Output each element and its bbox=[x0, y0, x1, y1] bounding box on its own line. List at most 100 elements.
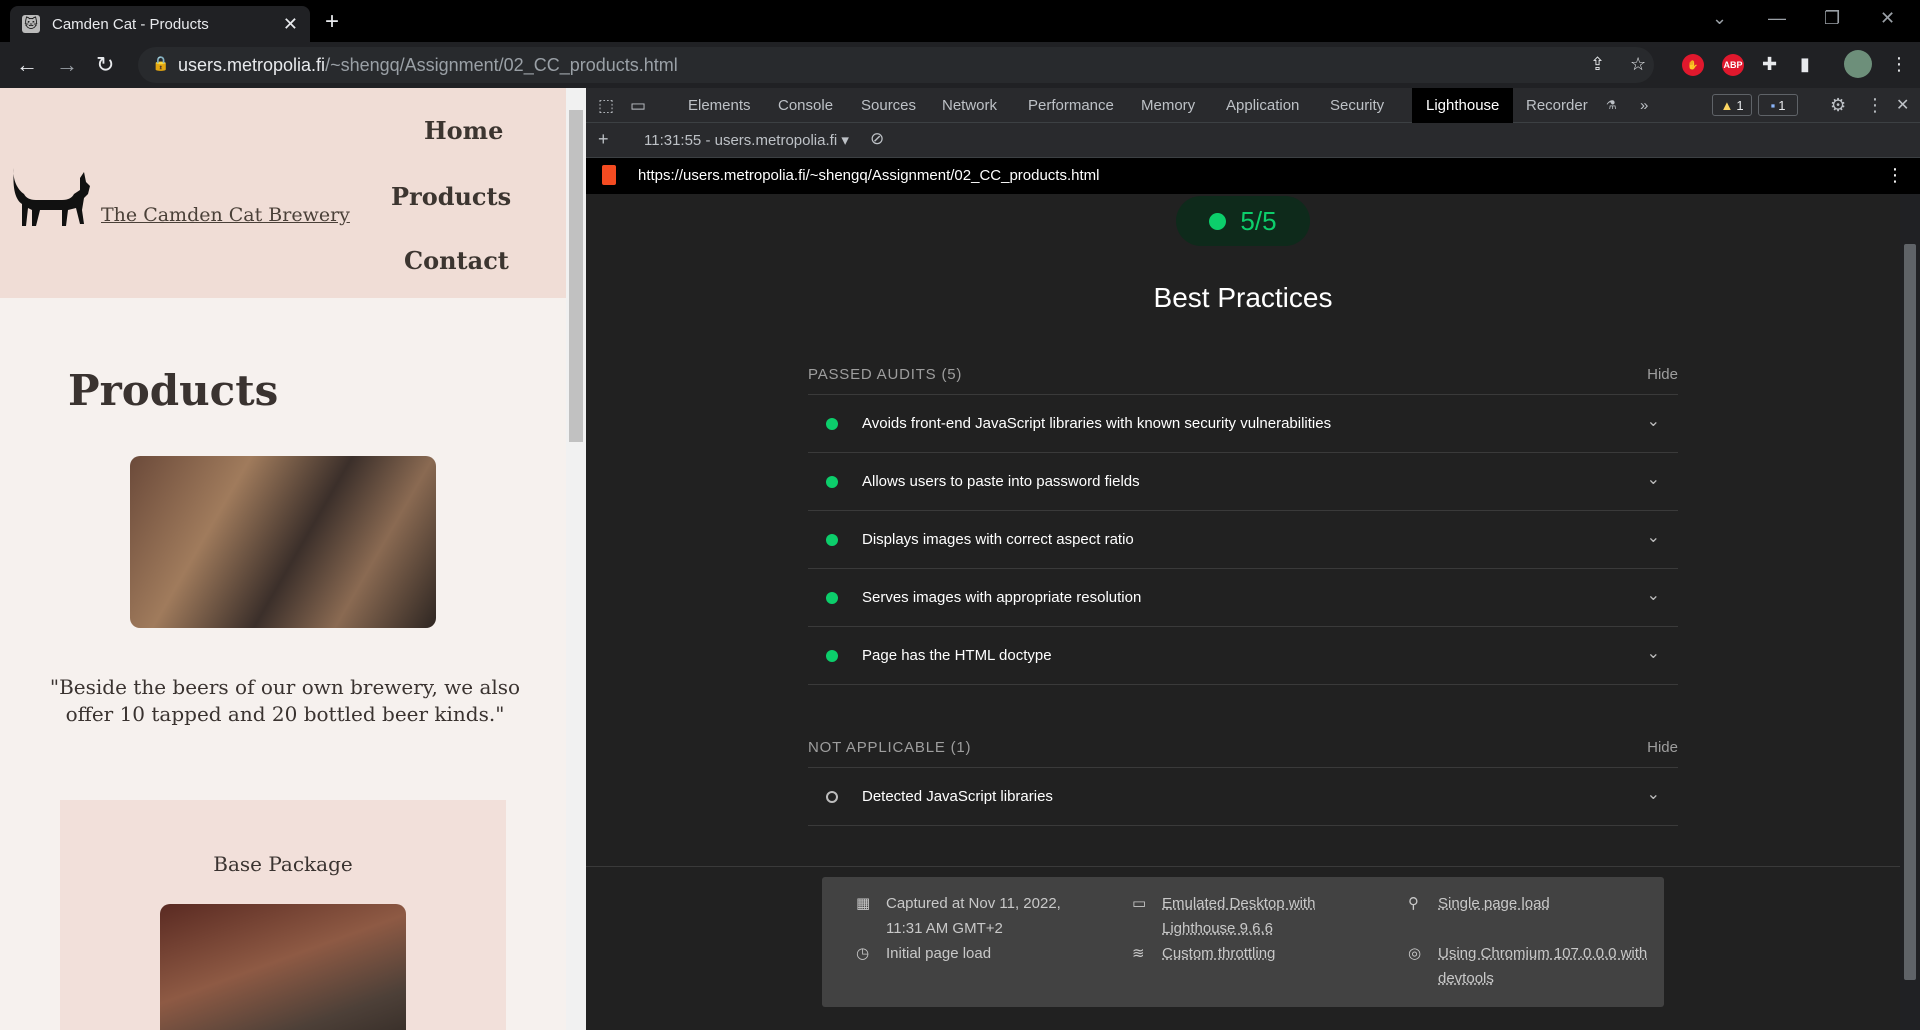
address-bar[interactable]: 🔒 users.metropolia.fi/~shengq/Assignment… bbox=[138, 47, 1654, 83]
back-icon[interactable]: ← bbox=[16, 52, 38, 78]
tab-title: Camden Cat - Products bbox=[52, 15, 209, 33]
browser-tab[interactable]: 🐱 Camden Cat - Products ✕ bbox=[10, 6, 310, 42]
score-value: 5/5 bbox=[1240, 205, 1277, 236]
side-panel-icon[interactable]: ▮ bbox=[1800, 54, 1810, 75]
page-scrollbar-thumb[interactable] bbox=[569, 110, 583, 442]
single-load-info[interactable]: ⚲ Single page load bbox=[1408, 891, 1550, 916]
hide-passed-button[interactable]: Hide bbox=[1647, 366, 1678, 383]
close-devtools-icon[interactable]: ✕ bbox=[1896, 88, 1909, 123]
new-tab-icon[interactable]: + bbox=[325, 8, 339, 36]
tab-console[interactable]: Console bbox=[778, 88, 833, 123]
chevron-down-icon[interactable]: ⌄ bbox=[1647, 469, 1660, 489]
inspect-element-icon[interactable]: ⬚ bbox=[598, 88, 614, 123]
score-badge: 5/5 bbox=[1176, 196, 1310, 246]
nav-products-link[interactable]: Products bbox=[391, 182, 511, 211]
brand-link[interactable]: The Camden Cat Brewery bbox=[101, 204, 350, 226]
tab-search-icon[interactable]: ⌄ bbox=[1712, 8, 1727, 29]
devices-icon: ▭ bbox=[1132, 895, 1147, 912]
warnings-badge[interactable]: ▲ 1 bbox=[1712, 94, 1752, 116]
close-window-icon[interactable]: ✕ bbox=[1880, 8, 1895, 29]
tab-elements[interactable]: Elements bbox=[688, 88, 751, 123]
tab-sources[interactable]: Sources bbox=[861, 88, 916, 123]
page-scrollbar[interactable] bbox=[566, 88, 586, 1030]
not-applicable-header: NOT APPLICABLE (1) Hide bbox=[808, 727, 1678, 767]
lighthouse-toolbar: + 11:31:55 - users.metropolia.fi ▾ ⊘ bbox=[586, 123, 1920, 158]
pass-dot-icon bbox=[826, 475, 838, 488]
lock-icon: 🔒 bbox=[152, 55, 170, 71]
profile-avatar[interactable] bbox=[1844, 50, 1872, 78]
audit-title: Displays images with correct aspect rati… bbox=[862, 531, 1134, 548]
clear-reports-icon[interactable]: ⊘ bbox=[870, 129, 884, 149]
report-menu-icon[interactable]: ⋮ bbox=[1886, 165, 1904, 186]
product-card: Base Package bbox=[60, 800, 506, 1030]
settings-gear-icon[interactable]: ⚙ bbox=[1830, 88, 1846, 123]
captured-info: ▦ Captured at Nov 11, 2022, 11:31 AM GMT+2 bbox=[856, 891, 1061, 941]
bookmark-star-icon[interactable]: ☆ bbox=[1630, 54, 1646, 75]
report-url[interactable]: https://users.metropolia.fi/~shengq/Assi… bbox=[638, 167, 1099, 184]
single-load-text: Single page load bbox=[1438, 895, 1550, 912]
tab-memory[interactable]: Memory bbox=[1141, 88, 1195, 123]
audit-row[interactable]: Serves images with appropriate resolutio… bbox=[808, 568, 1678, 626]
extensions-puzzle-icon[interactable]: ✚ bbox=[1762, 54, 1777, 75]
stop-extension-icon[interactable]: ✋ bbox=[1682, 54, 1704, 76]
nav-contact-link[interactable]: Contact bbox=[404, 246, 509, 275]
cat-favicon-icon: 🐱 bbox=[22, 15, 40, 33]
cat-logo-icon bbox=[13, 168, 90, 226]
report-scrollbar[interactable] bbox=[1900, 194, 1920, 1030]
audit-row[interactable]: Allows users to paste into password fiel… bbox=[808, 452, 1678, 510]
tab-performance[interactable]: Performance bbox=[1028, 88, 1114, 123]
person-icon: ⚲ bbox=[1408, 895, 1419, 912]
na-circle-icon bbox=[826, 790, 838, 803]
close-tab-icon[interactable]: ✕ bbox=[283, 14, 298, 35]
chevron-down-icon[interactable]: ⌄ bbox=[1647, 527, 1660, 547]
url-host: users.metropolia.fi bbox=[178, 54, 326, 75]
audit-row[interactable]: Page has the HTML doctype ⌄ bbox=[808, 626, 1678, 684]
products-quote: "Beside the beers of our own brewery, we… bbox=[49, 675, 521, 726]
tab-application[interactable]: Application bbox=[1226, 88, 1299, 123]
chevron-down-icon[interactable]: ⌄ bbox=[1647, 585, 1660, 605]
devtools-tabbar: ⬚ ▭ Elements Console Sources Network Per… bbox=[586, 88, 1920, 123]
runtime-settings-band: ▦ Captured at Nov 11, 2022, 11:31 AM GMT+2… bbox=[586, 866, 1900, 1030]
throttling-info[interactable]: ≋ Custom throttling bbox=[1132, 941, 1275, 966]
captured-line-1: Captured at Nov 11, 2022, bbox=[886, 895, 1061, 912]
pass-dot-icon bbox=[826, 649, 838, 662]
devtools-menu-icon[interactable]: ⋮ bbox=[1866, 88, 1884, 123]
tab-lighthouse[interactable]: Lighthouse bbox=[1412, 88, 1514, 123]
tab-network[interactable]: Network bbox=[942, 88, 997, 123]
adblock-extension-icon[interactable]: ABP bbox=[1722, 54, 1744, 76]
tab-recorder[interactable]: Recorder bbox=[1526, 88, 1588, 123]
restore-icon[interactable]: ❐ bbox=[1824, 8, 1840, 29]
messages-count: 1 bbox=[1778, 97, 1786, 113]
share-icon[interactable]: ⇪ bbox=[1590, 54, 1605, 75]
messages-badge[interactable]: ▪ 1 bbox=[1758, 94, 1798, 116]
emulated-info[interactable]: ▭ Emulated Desktop with Lighthouse 9.6.6 bbox=[1132, 891, 1315, 941]
captured-line-2: 11:31 AM GMT+2 bbox=[886, 920, 1003, 937]
timer-icon: ◷ bbox=[856, 945, 870, 962]
forward-icon[interactable]: → bbox=[56, 52, 78, 78]
chevron-down-icon[interactable]: ⌄ bbox=[1647, 411, 1660, 431]
more-tabs-icon[interactable]: » bbox=[1640, 88, 1648, 123]
menu-kebab-icon[interactable]: ⋮ bbox=[1890, 54, 1908, 75]
report-scrollbar-thumb[interactable] bbox=[1904, 244, 1916, 980]
passed-audits-label: PASSED AUDITS (5) bbox=[808, 365, 963, 383]
pass-dot-icon bbox=[826, 591, 838, 604]
device-toolbar-icon[interactable]: ▭ bbox=[630, 88, 646, 123]
new-report-icon[interactable]: + bbox=[598, 129, 609, 150]
hide-na-button[interactable]: Hide bbox=[1647, 739, 1678, 756]
chevron-down-icon[interactable]: ⌄ bbox=[1647, 784, 1660, 804]
chrome-icon: ◎ bbox=[1408, 945, 1422, 962]
reload-icon[interactable]: ↻ bbox=[96, 52, 114, 78]
minimize-icon[interactable]: — bbox=[1768, 8, 1786, 29]
chevron-down-icon[interactable]: ⌄ bbox=[1647, 643, 1660, 663]
audit-row[interactable]: Avoids front-end JavaScript libraries wi… bbox=[808, 394, 1678, 452]
tab-security[interactable]: Security bbox=[1330, 88, 1384, 123]
not-applicable-label: NOT APPLICABLE (1) bbox=[808, 738, 972, 756]
chromium-info[interactable]: ◎ Using Chromium 107.0.0.0 with devtools bbox=[1408, 941, 1647, 991]
report-selector[interactable]: 11:31:55 - users.metropolia.fi ▾ bbox=[644, 131, 849, 149]
divider bbox=[808, 825, 1678, 826]
beer-cat-photo bbox=[130, 456, 436, 628]
devtools-panel: ⬚ ▭ Elements Console Sources Network Per… bbox=[586, 88, 1920, 1030]
nav-home-link[interactable]: Home bbox=[424, 116, 503, 145]
audit-row[interactable]: Displays images with correct aspect rati… bbox=[808, 510, 1678, 568]
audit-row[interactable]: Detected JavaScript libraries ⌄ bbox=[808, 767, 1678, 825]
